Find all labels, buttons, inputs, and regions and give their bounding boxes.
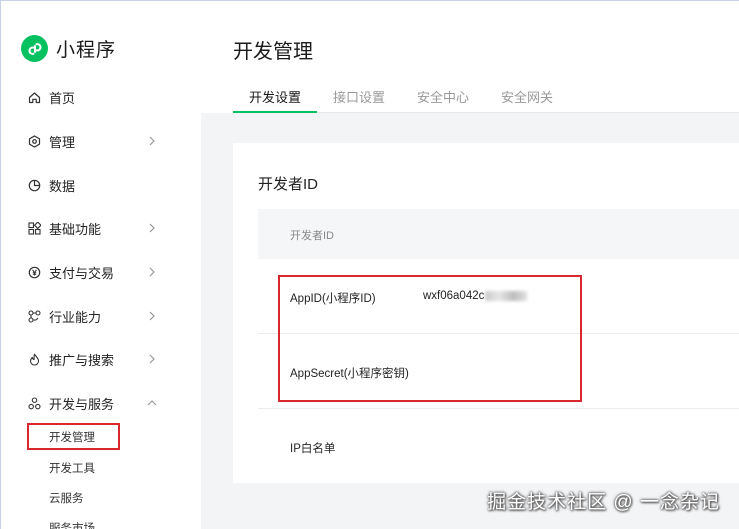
yen-icon bbox=[27, 265, 41, 279]
tab-dev-settings[interactable]: 开发设置 bbox=[249, 87, 301, 106]
table-header-label: 开发者ID bbox=[290, 230, 334, 242]
logo[interactable]: 小程序 bbox=[21, 35, 116, 62]
sidebar-item-label: 基础功能 bbox=[49, 221, 102, 237]
chevron-right-icon bbox=[149, 267, 155, 277]
row-label: IP白名单 bbox=[290, 443, 336, 455]
sidebar-item-data[interactable]: 数据 bbox=[27, 173, 167, 197]
sidebar-item-home[interactable]: 首页 bbox=[27, 85, 167, 109]
sidebar-item-management[interactable]: 管理 bbox=[27, 129, 167, 153]
sidebar-item-label: 推广与搜索 bbox=[49, 352, 115, 368]
tab-api-settings[interactable]: 接口设置 bbox=[333, 87, 385, 106]
brand-name: 小程序 bbox=[56, 40, 117, 61]
sidebar-subitem-cloud-service[interactable]: 云服务 bbox=[49, 490, 84, 506]
chevron-right-icon bbox=[149, 354, 155, 364]
sidebar-item-label: 数据 bbox=[49, 178, 76, 194]
sidebar-subitem-dev-tools[interactable]: 开发工具 bbox=[49, 460, 95, 476]
sidebar-item-payment[interactable]: 支付与交易 bbox=[27, 260, 167, 284]
flame-icon bbox=[27, 352, 41, 366]
chevron-right-icon bbox=[149, 136, 155, 146]
page-title: 开发管理 bbox=[233, 41, 313, 63]
sidebar-item-dev-services[interactable]: 开发与服务 bbox=[27, 391, 167, 415]
settings-icon bbox=[27, 134, 41, 148]
link-icon bbox=[27, 309, 41, 323]
sidebar-item-industry[interactable]: 行业能力 bbox=[27, 304, 167, 328]
watermark: 掘金技术社区 @ 一念杂记 bbox=[487, 492, 720, 513]
chevron-right-icon bbox=[149, 223, 155, 233]
highlight-box bbox=[278, 275, 582, 402]
pie-chart-icon bbox=[27, 178, 41, 192]
chevron-right-icon bbox=[149, 311, 155, 321]
sidebar-item-label: 行业能力 bbox=[49, 309, 102, 325]
sidebar-item-label: 开发与服务 bbox=[49, 396, 115, 412]
sidebar-subitem-service-market[interactable]: 服务市场 bbox=[49, 520, 95, 529]
tab-security-center[interactable]: 安全中心 bbox=[417, 87, 469, 106]
main-content: 开发管理 开发设置 接口设置 安全中心 安全网关 开发者ID 开发者ID App… bbox=[201, 1, 739, 529]
sidebar-item-label: 首页 bbox=[49, 90, 76, 106]
sidebar-item-label: 支付与交易 bbox=[49, 265, 115, 281]
highlight-box bbox=[27, 423, 120, 450]
home-icon bbox=[27, 90, 41, 104]
chevron-up-icon bbox=[147, 400, 157, 406]
cluster-icon bbox=[27, 396, 41, 410]
table-header: 开发者ID bbox=[258, 209, 739, 259]
tab-bar: 开发设置 接口设置 安全中心 安全网关 bbox=[233, 87, 739, 113]
sidebar-item-promotion[interactable]: 推广与搜索 bbox=[27, 347, 167, 371]
section-title: 开发者ID bbox=[258, 176, 319, 193]
sidebar: 小程序 首页 管理 数据 基础功能 支付与交易 行业能力 推广与搜索 开发与服务… bbox=[1, 1, 201, 529]
sidebar-item-label: 管理 bbox=[49, 134, 76, 150]
table-row: IP白名单 bbox=[258, 409, 739, 483]
mini-program-logo-icon bbox=[21, 35, 48, 62]
sidebar-item-basic-features[interactable]: 基础功能 bbox=[27, 216, 167, 240]
grid-icon bbox=[27, 221, 41, 235]
tab-security-gateway[interactable]: 安全网关 bbox=[501, 87, 553, 106]
